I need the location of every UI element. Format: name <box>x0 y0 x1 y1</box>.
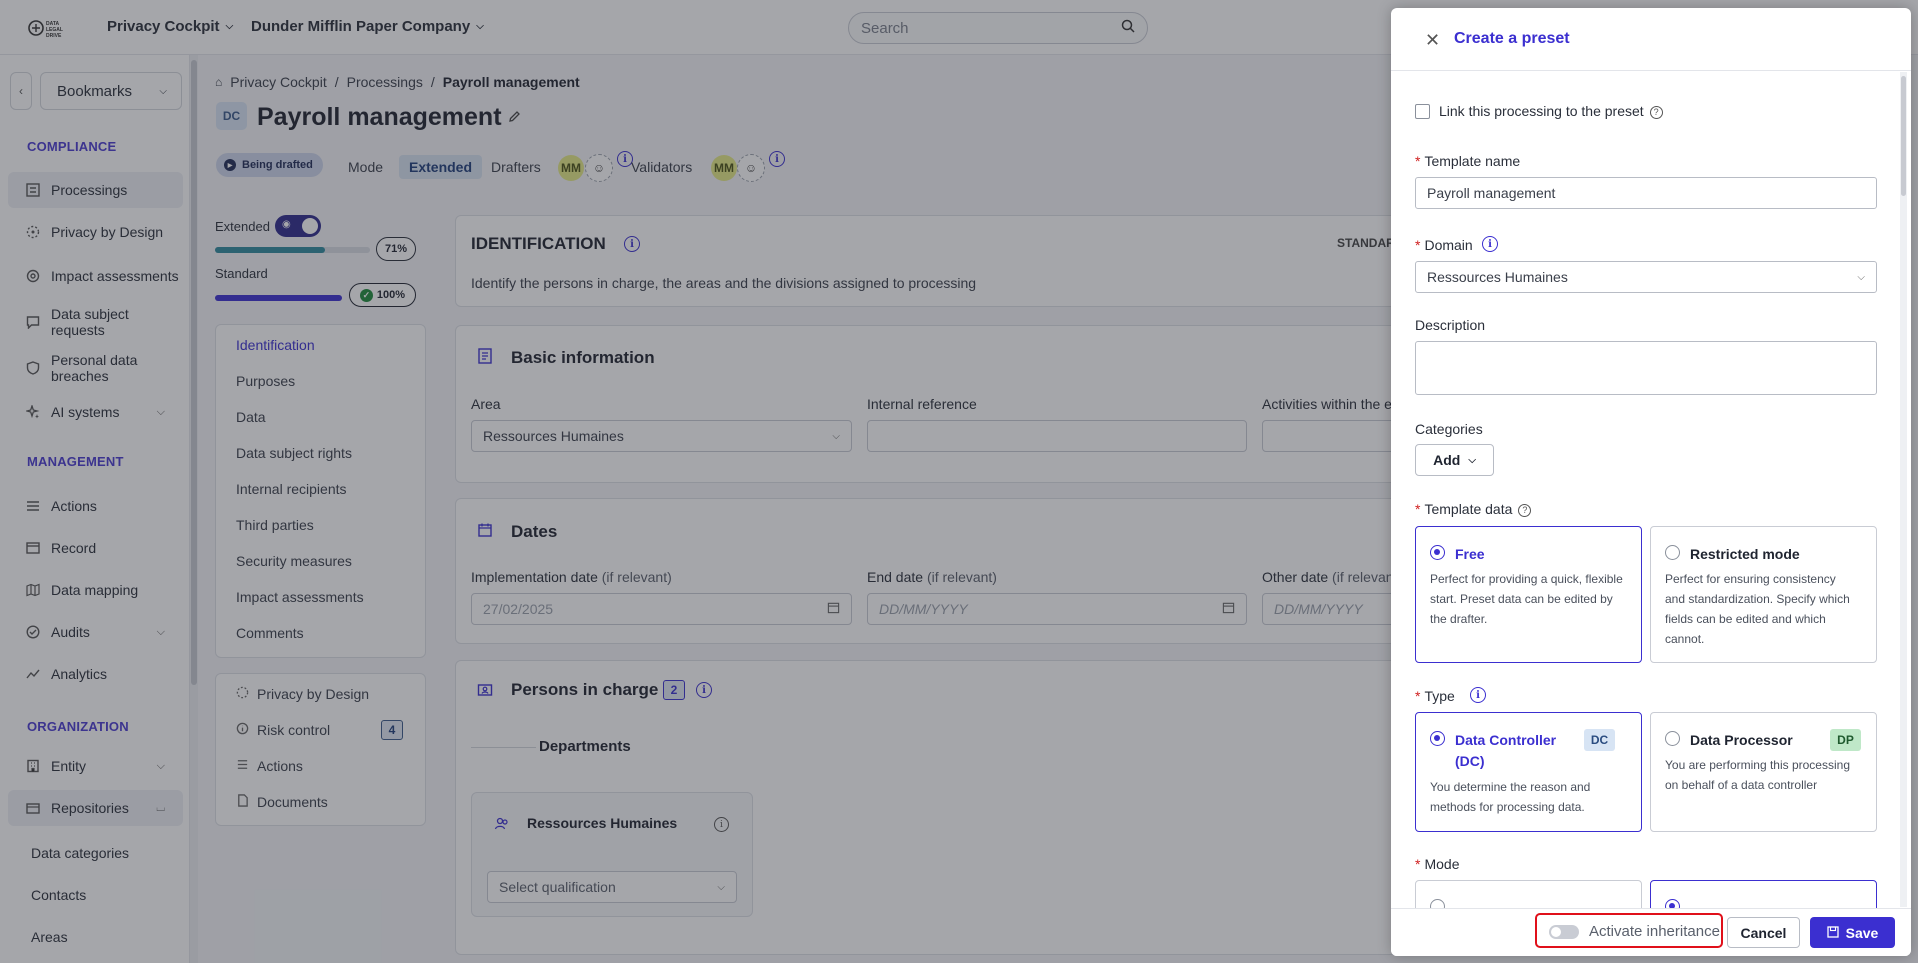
dp-desc-line: on behalf of a data controller <box>1665 778 1818 792</box>
drawer-footer: Activate inheritance Cancel Save <box>1391 908 1911 956</box>
template-data-free-option[interactable]: Free Perfect for providing a quick, flex… <box>1415 526 1642 663</box>
restricted-desc-line: fields can be edited and which <box>1665 612 1826 626</box>
create-preset-drawer: ✕ Create a preset Link this processing t… <box>1391 8 1911 956</box>
restricted-desc-line: cannot. <box>1665 632 1705 646</box>
add-label: Add <box>1433 452 1461 468</box>
free-desc-line: start. Preset data can be edited by <box>1430 592 1613 606</box>
label-text: Mode <box>1424 856 1460 872</box>
free-desc-line: Perfect for providing a quick, flexible <box>1430 572 1623 586</box>
domain-select[interactable]: Ressources Humaines ⌵ <box>1415 261 1877 293</box>
label-text: Domain <box>1424 237 1473 253</box>
dc-desc-line: You determine the reason and <box>1430 780 1591 794</box>
description-label: Description <box>1415 317 1486 333</box>
cancel-button[interactable]: Cancel <box>1727 917 1800 948</box>
highlight-box <box>1535 913 1723 948</box>
type-label: * Type <box>1415 688 1455 704</box>
restricted-title: Restricted mode <box>1690 546 1800 562</box>
link-processing-label: Link this processing to the preset? <box>1439 103 1663 119</box>
domain-value: Ressources Humaines <box>1427 269 1568 285</box>
template-name-input[interactable]: Payroll management <box>1415 177 1877 209</box>
template-data-label: * Template data? <box>1415 501 1532 517</box>
close-icon[interactable]: ✕ <box>1425 30 1440 51</box>
template-data-restricted-option[interactable]: Restricted mode Perfect for ensuring con… <box>1650 526 1877 663</box>
data-processor-radio[interactable] <box>1665 731 1680 746</box>
label-text: Template name <box>1424 153 1521 169</box>
label-text: Link this processing to the preset <box>1439 103 1644 119</box>
mode-label: * Mode <box>1415 856 1460 872</box>
link-processing-checkbox[interactable] <box>1415 104 1430 119</box>
dc-title-line: (DC) <box>1455 753 1485 769</box>
help-icon[interactable]: ? <box>1649 105 1663 119</box>
domain-label: * Domain <box>1415 237 1473 253</box>
drawer-scrollbar[interactable] <box>1900 72 1907 907</box>
chevron-down-icon: ⌵ <box>1857 271 1865 283</box>
restricted-desc-line: Perfect for ensuring consistency <box>1665 572 1836 586</box>
dc-tag: DC <box>1584 729 1615 751</box>
add-category-button[interactable]: Add ⌵ <box>1415 444 1494 476</box>
data-controller-radio[interactable] <box>1430 731 1445 746</box>
type-data-processor-option[interactable]: Data Processor DP You are performing thi… <box>1650 712 1877 832</box>
restricted-desc-line: and standardization. Specify which <box>1665 592 1850 606</box>
label-text: Type <box>1424 688 1455 704</box>
save-icon <box>1826 925 1839 941</box>
info-icon[interactable]: i <box>1470 687 1486 703</box>
drawer-title: Create a preset <box>1454 30 1570 47</box>
save-button[interactable]: Save <box>1810 917 1895 948</box>
categories-label: Categories <box>1415 421 1483 437</box>
dp-desc-line: You are performing this processing <box>1665 758 1850 772</box>
drawer-header: ✕ Create a preset <box>1391 8 1911 71</box>
description-textarea[interactable] <box>1415 341 1877 395</box>
free-desc-line: the drafter. <box>1430 612 1488 626</box>
dc-title: Data Controller (DC) <box>1455 730 1556 772</box>
label-text: Template data <box>1424 501 1513 517</box>
dp-title: Data Processor <box>1690 732 1793 748</box>
free-title: Free <box>1455 546 1485 562</box>
chevron-down-icon: ⌵ <box>1468 454 1476 466</box>
template-name-label: * Template name <box>1415 153 1521 169</box>
free-radio[interactable] <box>1430 545 1445 560</box>
template-name-value: Payroll management <box>1427 185 1556 201</box>
dc-desc-line: methods for processing data. <box>1430 800 1585 814</box>
restricted-radio[interactable] <box>1665 545 1680 560</box>
dp-tag: DP <box>1830 729 1861 751</box>
save-label: Save <box>1845 924 1879 941</box>
type-data-controller-option[interactable]: Data Controller (DC) DC You determine th… <box>1415 712 1642 832</box>
dc-title-line: Data Controller <box>1455 732 1557 748</box>
info-icon[interactable]: i <box>1482 236 1498 252</box>
help-icon[interactable]: ? <box>1518 503 1532 517</box>
